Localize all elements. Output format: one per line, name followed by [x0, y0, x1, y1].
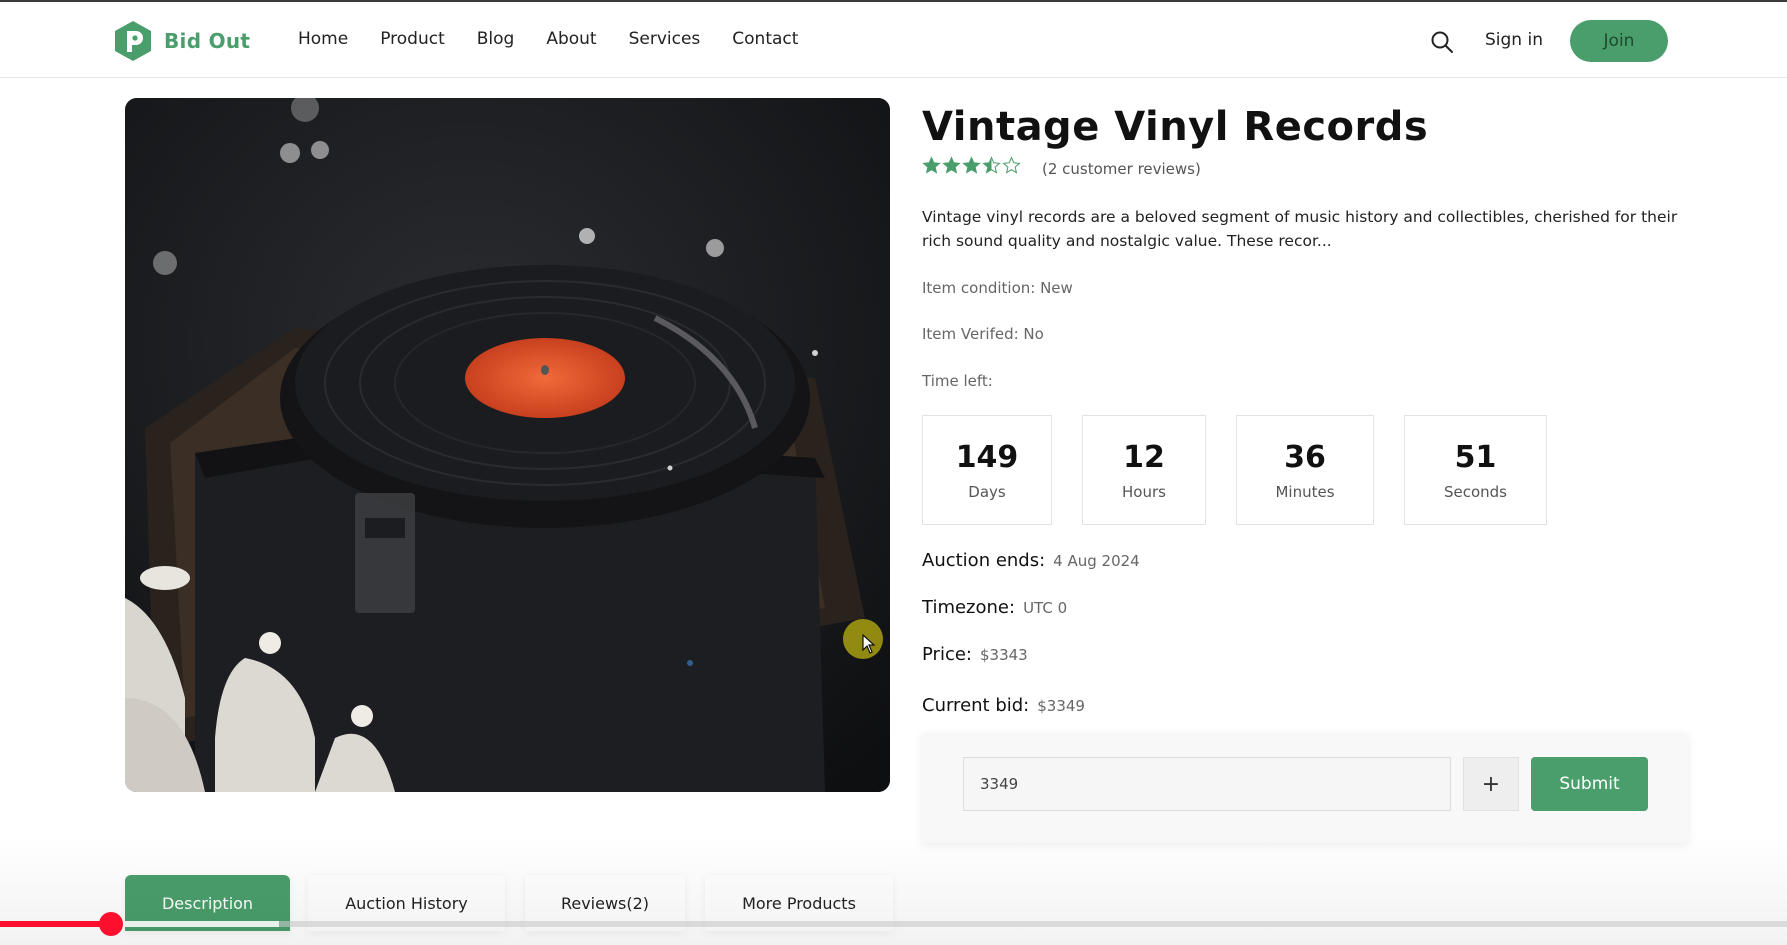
brand-name: Bid Out — [164, 29, 251, 53]
countdown-minutes-value: 36 — [1284, 439, 1326, 475]
site-header: Bid Out Home Product Blog About Services… — [0, 2, 1787, 78]
countdown-hours-value: 12 — [1123, 439, 1165, 475]
current-bid-value: $3349 — [1037, 697, 1085, 715]
product-title: Vintage Vinyl Records — [922, 104, 1429, 150]
bid-form: + Submit — [922, 733, 1688, 843]
timezone-label: Timezone: — [922, 597, 1016, 618]
logo-icon — [112, 20, 154, 62]
nav-about[interactable]: About — [546, 29, 596, 49]
video-progress-buffered — [110, 921, 279, 927]
product-description: Vintage vinyl records are a beloved segm… — [922, 208, 1678, 250]
item-verified: Item Verifed: No — [922, 325, 1044, 343]
countdown-minutes-label: Minutes — [1275, 482, 1335, 501]
main-nav: Home Product Blog About Services Contact — [298, 29, 798, 49]
nav-product[interactable]: Product — [380, 29, 445, 49]
auction-ends-value: 4 Aug 2024 — [1053, 552, 1140, 570]
star-full-icon — [922, 156, 941, 174]
search-icon[interactable] — [1429, 29, 1455, 55]
bid-amount-input[interactable] — [963, 757, 1451, 811]
star-full-icon — [942, 156, 961, 174]
countdown-seconds-label: Seconds — [1443, 482, 1508, 501]
countdown-seconds: 51 Seconds — [1404, 415, 1547, 525]
countdown-hours: 12 Hours — [1082, 415, 1206, 525]
timezone-row: Timezone: UTC 0 — [922, 597, 1067, 618]
reviews-count-link[interactable]: (2 customer reviews) — [1042, 160, 1201, 178]
nav-contact[interactable]: Contact — [732, 29, 798, 49]
join-button[interactable]: Join — [1570, 20, 1668, 62]
countdown-seconds-value: 51 — [1454, 439, 1497, 475]
increment-bid-button[interactable]: + — [1463, 757, 1519, 811]
item-condition: Item condition: New — [922, 279, 1073, 297]
auction-ends-row: Auction ends: 4 Aug 2024 — [922, 550, 1140, 571]
star-empty-icon — [1002, 156, 1021, 174]
price-value: $3343 — [979, 646, 1028, 664]
countdown-minutes: 36 Minutes — [1236, 415, 1374, 525]
rating-stars — [922, 156, 1021, 175]
countdown-days-label: Days — [968, 482, 1006, 501]
brand-logo[interactable]: Bid Out — [112, 20, 250, 62]
timezone-value: UTC 0 — [1023, 599, 1068, 617]
star-half-icon — [982, 156, 1001, 174]
signin-link[interactable]: Sign in — [1485, 30, 1543, 50]
nav-blog[interactable]: Blog — [477, 29, 515, 49]
mouse-cursor-icon — [862, 633, 876, 654]
star-full-icon — [962, 156, 981, 174]
video-progress-played — [0, 921, 111, 927]
nav-home[interactable]: Home — [298, 29, 348, 49]
countdown-days-value: 149 — [955, 439, 1019, 475]
price-row: Price: $3343 — [922, 644, 1028, 665]
current-bid-label: Current bid: — [922, 695, 1030, 716]
time-left-label: Time left: — [922, 372, 993, 390]
countdown-hours-label: Hours — [1122, 482, 1166, 501]
product-image — [125, 98, 890, 792]
video-progress-handle[interactable] — [98, 912, 123, 936]
current-bid-row: Current bid: $3349 — [922, 695, 1085, 716]
price-label: Price: — [922, 644, 972, 665]
countdown-days: 149 Days — [922, 415, 1052, 525]
nav-services[interactable]: Services — [629, 29, 701, 49]
auction-ends-label: Auction ends: — [922, 550, 1046, 571]
submit-bid-button[interactable]: Submit — [1531, 757, 1648, 811]
